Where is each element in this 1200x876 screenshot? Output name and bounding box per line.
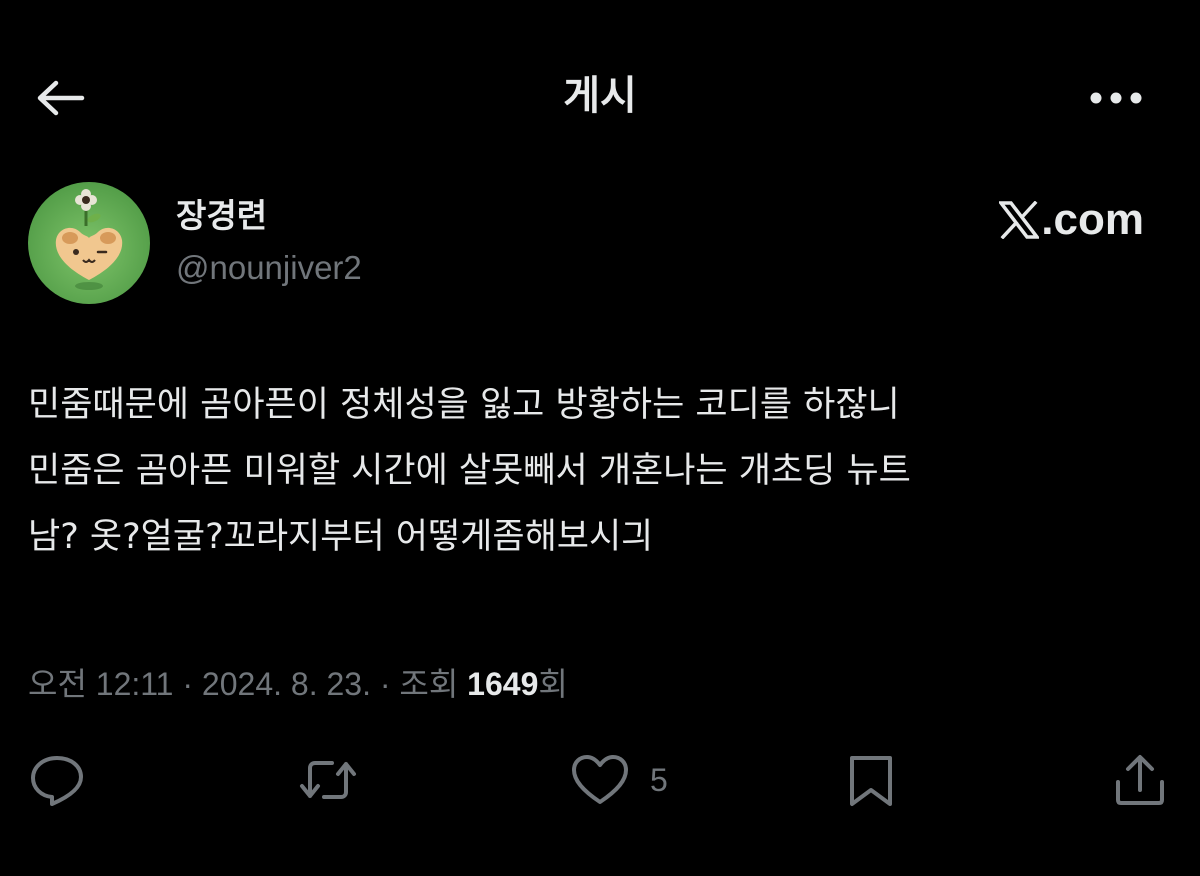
like-button[interactable]: 5 [570, 750, 668, 810]
share-button[interactable] [1112, 750, 1168, 810]
heart-icon [572, 755, 628, 804]
views-count: 1649 [467, 666, 539, 702]
meta-separator: · [379, 666, 391, 702]
post-date[interactable]: 2024. 8. 23. [202, 666, 371, 702]
page-title: 게시 [563, 73, 637, 119]
bookmark-icon [850, 756, 892, 806]
brand-watermark: .com [999, 192, 1144, 248]
avatar[interactable] [28, 182, 150, 304]
repost-icon [300, 761, 356, 799]
author-display-name[interactable]: 장경련 [176, 194, 267, 238]
views-unit: 회 [538, 666, 568, 702]
share-icon [1116, 755, 1164, 805]
post-text-line: 남? 옷?얼굴?꼬라지부터 어떻게좀해보시긔 [28, 517, 654, 557]
repost-button[interactable] [296, 750, 360, 810]
meta-separator: · [182, 666, 194, 702]
x-logo-icon [999, 201, 1040, 239]
like-count: 5 [650, 761, 668, 798]
reply-icon [31, 756, 83, 806]
avatar-image [28, 182, 150, 304]
post-text-line: 민줌때문에 곰아픈이 정체성을 잃고 방황하는 코디를 하잖니 [28, 385, 900, 425]
more-options-button[interactable] [1076, 70, 1156, 126]
more-horizontal-icon [1090, 92, 1142, 104]
brand-text: .com [1041, 195, 1144, 244]
post-metadata: 오전 12:11 · 2024. 8. 23. · 조회 1649회 [28, 660, 568, 708]
bookmark-button[interactable] [844, 750, 898, 810]
top-bar: 게시 [0, 0, 1200, 190]
post-time[interactable]: 오전 12:11 [28, 666, 173, 702]
post-body: 민줌때문에 곰아픈이 정체성을 잃고 방황하는 코디를 하잖니 민줌은 곰아픈 … [28, 372, 1178, 570]
author-handle[interactable]: @nounjiver2 [176, 246, 362, 290]
reply-button[interactable] [28, 750, 86, 810]
views-label: 조회 [399, 666, 459, 702]
post-text-line: 민줌은 곰아픈 미워할 시간에 살못빼서 개혼나는 개초딩 뉴트 [28, 451, 911, 491]
